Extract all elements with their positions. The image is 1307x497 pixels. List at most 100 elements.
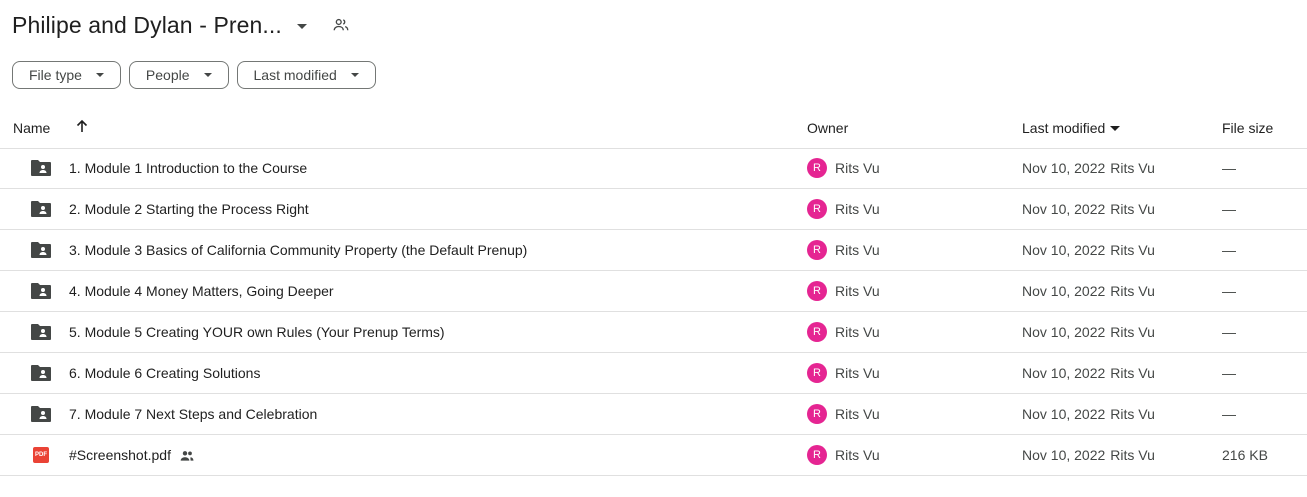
file-size: — xyxy=(1222,365,1236,381)
file-row[interactable]: 3. Module 3 Basics of California Communi… xyxy=(0,230,1307,271)
pdf-icon: PDF xyxy=(33,447,49,463)
chip-label: File type xyxy=(29,67,82,83)
avatar: R xyxy=(807,445,827,465)
file-name: 2. Module 2 Starting the Process Right xyxy=(69,201,309,217)
file-row[interactable]: 1. Module 1 Introduction to the Course R… xyxy=(0,148,1307,189)
modified-by: Rits Vu xyxy=(1110,242,1155,258)
owner-cell: R Rits Vu xyxy=(807,158,880,178)
file-row[interactable]: 7. Module 7 Next Steps and Celebration R… xyxy=(0,394,1307,435)
shared-folder-icon xyxy=(30,200,52,218)
modified-by: Rits Vu xyxy=(1110,447,1155,463)
modified-date: Nov 10, 2022 xyxy=(1022,365,1106,381)
modified-cell: Nov 10, 2022 Rits Vu xyxy=(1022,283,1155,299)
owner-name: Rits Vu xyxy=(835,242,880,258)
shared-folder-icon xyxy=(30,282,52,300)
shared-folder-icon xyxy=(30,159,52,177)
modified-date: Nov 10, 2022 xyxy=(1022,406,1106,422)
file-size: — xyxy=(1222,406,1236,422)
modified-date: Nov 10, 2022 xyxy=(1022,283,1106,299)
chevron-down-icon xyxy=(203,73,212,77)
sort-down-icon xyxy=(1110,125,1121,131)
modified-by: Rits Vu xyxy=(1110,365,1155,381)
filter-chips: File type People Last modified xyxy=(12,61,376,89)
modified-by: Rits Vu xyxy=(1110,324,1155,340)
owner-name: Rits Vu xyxy=(835,160,880,176)
avatar: R xyxy=(807,199,827,219)
file-size: 216 KB xyxy=(1222,447,1268,463)
owner-cell: R Rits Vu xyxy=(807,363,880,383)
file-size: — xyxy=(1222,201,1236,217)
modified-cell: Nov 10, 2022 Rits Vu xyxy=(1022,447,1155,463)
owner-cell: R Rits Vu xyxy=(807,281,880,301)
last-modified-column-header[interactable]: Last modified xyxy=(1022,120,1121,136)
shared-folder-icon xyxy=(30,405,52,423)
owner-name: Rits Vu xyxy=(835,406,880,422)
avatar: R xyxy=(807,322,827,342)
modified-cell: Nov 10, 2022 Rits Vu xyxy=(1022,365,1155,381)
avatar: R xyxy=(807,240,827,260)
owner-name: Rits Vu xyxy=(835,447,880,463)
people-shared-icon[interactable] xyxy=(330,14,352,36)
name-column-header[interactable]: Name xyxy=(13,120,50,136)
file-size-column-header[interactable]: File size xyxy=(1222,120,1273,136)
title-dropdown-icon[interactable] xyxy=(296,23,307,29)
modified-cell: Nov 10, 2022 Rits Vu xyxy=(1022,406,1155,422)
file-name: 6. Module 6 Creating Solutions xyxy=(69,365,261,381)
file-row[interactable]: 4. Module 4 Money Matters, Going Deeper … xyxy=(0,271,1307,312)
modified-cell: Nov 10, 2022 Rits Vu xyxy=(1022,242,1155,258)
modified-date: Nov 10, 2022 xyxy=(1022,201,1106,217)
modified-by: Rits Vu xyxy=(1110,201,1155,217)
shared-people-icon xyxy=(179,448,195,464)
modified-date: Nov 10, 2022 xyxy=(1022,242,1106,258)
avatar: R xyxy=(807,281,827,301)
people-filter[interactable]: People xyxy=(128,61,229,89)
file-size: — xyxy=(1222,242,1236,258)
file-list: 1. Module 1 Introduction to the Course R… xyxy=(0,148,1307,476)
shared-folder-icon xyxy=(30,364,52,382)
modified-cell: Nov 10, 2022 Rits Vu xyxy=(1022,201,1155,217)
modified-date: Nov 10, 2022 xyxy=(1022,447,1106,463)
file-name: 3. Module 3 Basics of California Communi… xyxy=(69,242,528,258)
chevron-down-icon xyxy=(95,73,104,77)
owner-cell: R Rits Vu xyxy=(807,240,880,260)
owner-name: Rits Vu xyxy=(835,283,880,299)
modified-date: Nov 10, 2022 xyxy=(1022,160,1106,176)
modified-date: Nov 10, 2022 xyxy=(1022,324,1106,340)
file-name: 1. Module 1 Introduction to the Course xyxy=(69,160,308,176)
shared-folder-icon xyxy=(30,241,52,259)
file-row[interactable]: 2. Module 2 Starting the Process Right R… xyxy=(0,189,1307,230)
owner-column-header[interactable]: Owner xyxy=(807,120,848,136)
owner-name: Rits Vu xyxy=(835,324,880,340)
file-name-cell: #Screenshot.pdf xyxy=(69,447,195,464)
owner-cell: R Rits Vu xyxy=(807,445,880,465)
owner-cell: R Rits Vu xyxy=(807,404,880,424)
file-name: 4. Module 4 Money Matters, Going Deeper xyxy=(69,283,334,299)
file-name: 7. Module 7 Next Steps and Celebration xyxy=(69,406,318,422)
sort-ascending-icon[interactable] xyxy=(74,118,90,134)
chevron-down-icon xyxy=(350,73,359,77)
file-size: — xyxy=(1222,160,1236,176)
file-row[interactable]: PDF #Screenshot.pdf R Rits Vu Nov 10, 202… xyxy=(0,435,1307,476)
modified-cell: Nov 10, 2022 Rits Vu xyxy=(1022,324,1155,340)
owner-cell: R Rits Vu xyxy=(807,322,880,342)
folder-header: Philipe and Dylan - Pren... xyxy=(12,8,352,42)
owner-name: Rits Vu xyxy=(835,201,880,217)
folder-title[interactable]: Philipe and Dylan - Pren... xyxy=(12,12,282,39)
chip-label: People xyxy=(145,67,190,83)
last-modified-filter[interactable]: Last modified xyxy=(236,61,376,89)
file-row[interactable]: 6. Module 6 Creating Solutions R Rits Vu … xyxy=(0,353,1307,394)
avatar: R xyxy=(807,404,827,424)
file-row[interactable]: 5. Module 5 Creating YOUR own Rules (You… xyxy=(0,312,1307,353)
column-header-row: Name Owner Last modified File size xyxy=(0,112,1307,149)
last-modified-label: Last modified xyxy=(1022,120,1106,136)
owner-name: Rits Vu xyxy=(835,365,880,381)
modified-cell: Nov 10, 2022 Rits Vu xyxy=(1022,160,1155,176)
owner-cell: R Rits Vu xyxy=(807,199,880,219)
file-name: 5. Module 5 Creating YOUR own Rules (You… xyxy=(69,324,445,340)
modified-by: Rits Vu xyxy=(1110,283,1155,299)
file-name: #Screenshot.pdf xyxy=(69,447,171,463)
avatar: R xyxy=(807,363,827,383)
chip-label: Last modified xyxy=(253,67,337,83)
modified-by: Rits Vu xyxy=(1110,160,1155,176)
file-type-filter[interactable]: File type xyxy=(12,61,121,89)
